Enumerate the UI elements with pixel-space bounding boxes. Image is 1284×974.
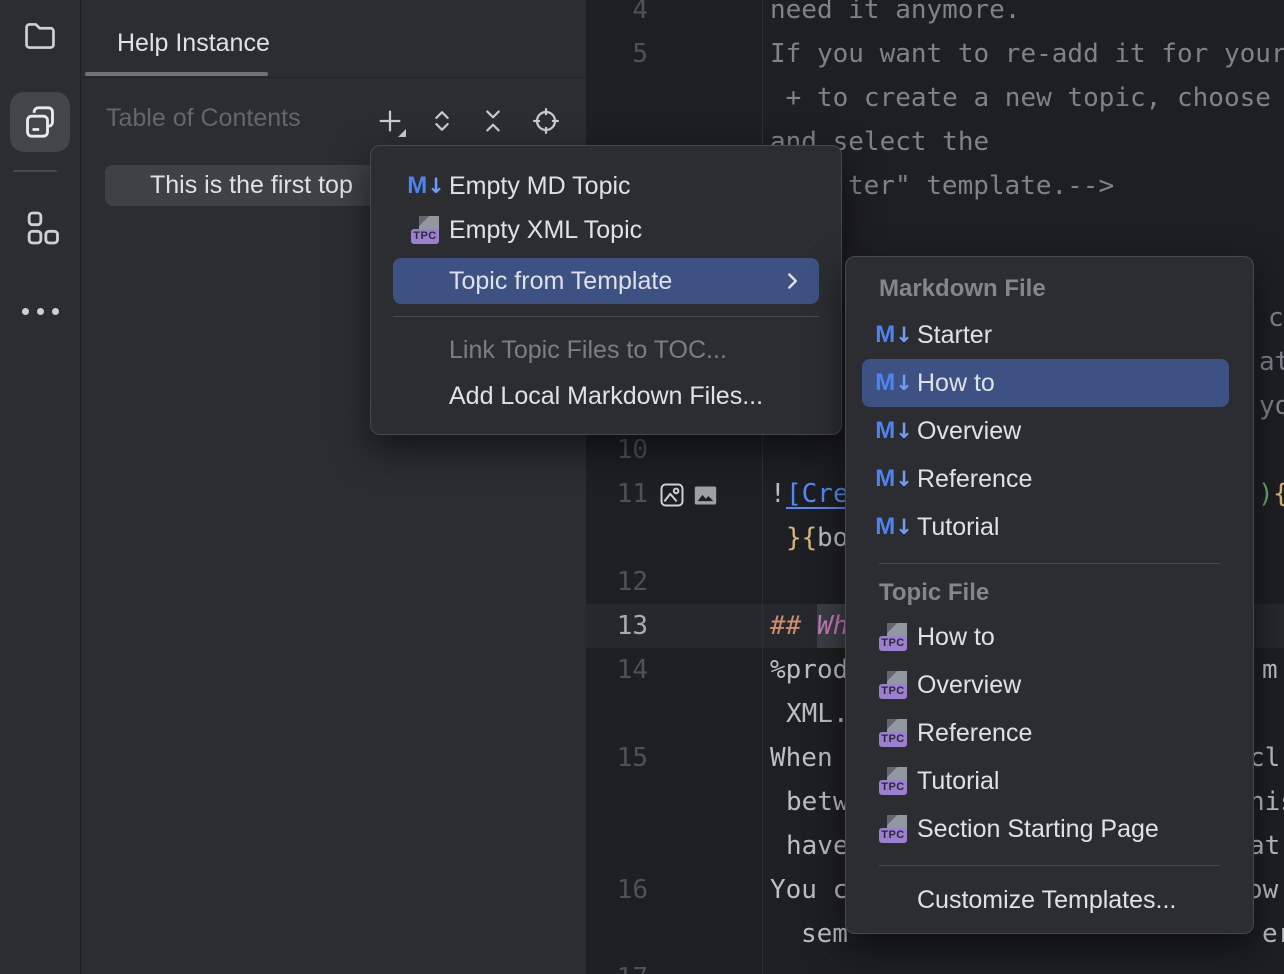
line-number: 13	[586, 604, 648, 648]
code-text: Wh	[817, 604, 848, 648]
code-text: m	[1262, 648, 1278, 692]
more-icon	[22, 308, 59, 315]
expand-all-button[interactable]	[424, 103, 460, 139]
code-text: When	[770, 736, 833, 780]
code-text: )	[1258, 472, 1274, 516]
line-number: 15	[586, 736, 648, 780]
submenu-item-reference-tpc[interactable]: TPC Reference	[862, 709, 1229, 757]
code-text: need it anymore.	[770, 0, 1020, 32]
markdown-file-icon: M↓	[879, 467, 909, 491]
code-text: [Cre	[786, 472, 849, 516]
image-outline-icon[interactable]	[658, 481, 686, 509]
more-icon-button[interactable]	[10, 281, 70, 341]
menu-item-empty-xml-topic[interactable]: TPC Empty XML Topic	[393, 208, 819, 252]
menu-item-add-local-markdown[interactable]: Add Local Markdown Files...	[393, 374, 819, 418]
code-text: his	[1249, 780, 1284, 824]
activity-bar-divider	[13, 170, 57, 172]
submenu-separator	[879, 563, 1220, 564]
code-text: !	[770, 472, 786, 516]
line-number: 17	[586, 956, 648, 974]
code-text: ter" template.-->	[848, 164, 1114, 208]
line-number: 5	[586, 32, 648, 76]
code-text: sem	[801, 912, 848, 956]
section-header-topic-file: Topic File	[879, 579, 989, 609]
submenu-item-overview-tpc[interactable]: TPC Overview	[862, 661, 1229, 709]
code-text: {	[1273, 472, 1284, 516]
activity-bar	[0, 0, 81, 974]
collapse-all-icon	[478, 106, 508, 136]
submenu-item-section-starting-page[interactable]: TPC Section Starting Page	[862, 805, 1229, 853]
topic-file-icon: TPC	[879, 766, 909, 796]
code-text: at	[1259, 340, 1284, 384]
collapse-all-button[interactable]	[475, 103, 511, 139]
code-text: XML.	[786, 692, 849, 736]
code-text: If you want to re-add it for your	[770, 32, 1284, 76]
add-topic-button[interactable]	[372, 103, 408, 139]
topic-file-icon: TPC	[879, 814, 909, 844]
markdown-file-icon: M↓	[411, 174, 441, 198]
code-text: yo	[1259, 384, 1284, 428]
ide-window: Help Instance Table of Contents	[0, 0, 1284, 974]
code-text: You c	[770, 868, 848, 912]
tool-window-title: Help Instance	[117, 29, 270, 58]
markdown-file-icon: M↓	[879, 419, 909, 443]
submenu-item-tutorial-tpc[interactable]: TPC Tutorial	[862, 757, 1229, 805]
submenu-chevron-icon	[779, 268, 805, 294]
code-text: + to create a new topic, choose	[770, 76, 1284, 120]
code-text: ##	[770, 604, 817, 648]
dropdown-caret-icon	[398, 129, 406, 137]
section-header-markdown-file: Markdown File	[879, 275, 1046, 305]
structure-icon-button[interactable]	[10, 198, 70, 258]
topic-file-icon: TPC	[879, 622, 909, 652]
markdown-file-icon: M↓	[879, 323, 909, 347]
toc-item-selected[interactable]: This is the first top	[105, 165, 393, 206]
code-text: betw	[786, 780, 849, 824]
menu-item-topic-from-template[interactable]: Topic from Template	[393, 258, 819, 304]
instances-icon	[20, 102, 60, 142]
menu-item-link-topic-files: Link Topic Files to TOC...	[393, 328, 819, 372]
code-text: have	[786, 824, 849, 868]
header-divider	[81, 77, 586, 78]
template-submenu: Markdown File M↓ Starter M↓ How to M↓ Ov…	[845, 256, 1254, 934]
submenu-item-how-to-tpc[interactable]: TPC How to	[862, 613, 1229, 661]
code-text: %prod	[770, 648, 848, 692]
markdown-file-icon: M↓	[879, 515, 909, 539]
new-topic-menu: M↓ Empty MD Topic TPC Empty XML Topic To…	[370, 145, 842, 435]
line-number: 16	[586, 868, 648, 912]
topic-file-icon: TPC	[411, 215, 441, 245]
structure-icon	[20, 208, 60, 248]
menu-item-empty-md-topic[interactable]: M↓ Empty MD Topic	[393, 164, 819, 208]
submenu-item-how-to-md[interactable]: M↓ How to	[862, 359, 1229, 407]
code-text: }{	[786, 516, 817, 560]
locate-file-button[interactable]	[528, 103, 564, 139]
line-number: 4	[586, 0, 648, 32]
target-icon	[531, 106, 561, 136]
submenu-item-starter[interactable]: M↓ Starter	[862, 311, 1229, 359]
code-text: bo	[817, 516, 848, 560]
submenu-item-reference-md[interactable]: M↓ Reference	[862, 455, 1229, 503]
submenu-item-overview-md[interactable]: M↓ Overview	[862, 407, 1229, 455]
submenu-item-customize-templates[interactable]: Customize Templates...	[862, 877, 1229, 923]
menu-separator	[393, 316, 819, 317]
markdown-file-icon: M↓	[879, 371, 909, 395]
project-folder-icon[interactable]	[10, 6, 70, 66]
active-tab-indicator	[85, 72, 268, 76]
line-number: 14	[586, 648, 648, 692]
submenu-separator	[879, 865, 1220, 866]
instances-icon-selected[interactable]	[10, 92, 70, 152]
expand-all-icon	[427, 106, 457, 136]
code-text: er	[1262, 912, 1284, 956]
line-number: 12	[586, 560, 648, 604]
line-number: 11	[586, 472, 648, 516]
topic-file-icon: TPC	[879, 718, 909, 748]
submenu-item-tutorial-md[interactable]: M↓ Tutorial	[862, 503, 1229, 551]
image-preview-icon[interactable]	[692, 482, 720, 510]
toc-panel-title: Table of Contents	[106, 104, 301, 133]
topic-file-icon: TPC	[879, 670, 909, 700]
folder-icon	[21, 17, 59, 55]
code-text: c	[1268, 296, 1284, 340]
toc-item-label: This is the first top	[150, 165, 393, 206]
